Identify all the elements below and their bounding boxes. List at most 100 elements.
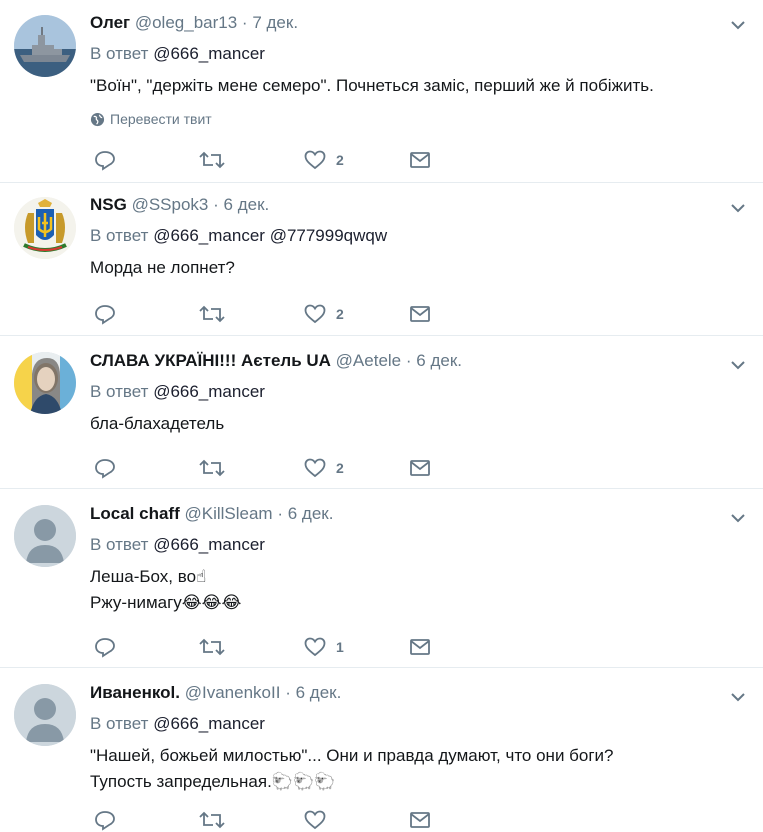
tweet[interactable]: Олег @oleg_bar13 · 7 дек. В ответ @666_m… (0, 0, 763, 183)
separator: · (241, 13, 248, 32)
like-button[interactable]: 2 (304, 456, 409, 480)
chevron-down-icon[interactable] (729, 356, 747, 374)
avatar[interactable] (14, 505, 76, 567)
direct-message-button[interactable] (409, 148, 514, 172)
tweet-header: Иваненкоl. @IvanenkoII · 6 дек. (90, 682, 743, 704)
tweet[interactable]: NSG @SSpok3 · 6 дек. В ответ @666_mancer… (0, 183, 763, 336)
reply-context: В ответ @666_mancer (90, 381, 743, 403)
mention-link[interactable]: @666_mancer (153, 382, 265, 401)
mention-link[interactable]: @666_mancer (153, 226, 265, 245)
direct-message-button[interactable] (409, 635, 514, 659)
tweet-text-line: бла-блахадетель (90, 414, 225, 433)
reply-button[interactable] (94, 148, 199, 172)
retweet-button[interactable] (199, 635, 304, 659)
globe-icon (90, 112, 105, 127)
heart-icon (304, 809, 326, 831)
display-name[interactable]: Иваненкоl. (90, 683, 180, 702)
display-name[interactable]: Local chaff (90, 504, 180, 523)
timestamp[interactable]: 6 дек. (288, 504, 334, 523)
timestamp[interactable]: 6 дек. (416, 351, 462, 370)
retweet-icon (199, 303, 225, 325)
retweet-button[interactable] (199, 302, 304, 326)
retweet-button[interactable] (199, 808, 304, 832)
heart-icon (304, 636, 326, 658)
reply-icon (94, 457, 116, 479)
chevron-down-icon[interactable] (729, 688, 747, 706)
mention-link[interactable]: @666_mancer (153, 714, 265, 733)
timestamp[interactable]: 7 дек. (252, 13, 298, 32)
tweet-text-line: "Нашей, божьей милостью"... Они и правда… (90, 746, 614, 765)
separator: · (405, 351, 412, 370)
reply-context: В ответ @666_mancer (90, 713, 743, 735)
chevron-down-icon[interactable] (729, 16, 747, 34)
username[interactable]: @oleg_bar13 (135, 13, 237, 32)
chevron-down-icon[interactable] (729, 199, 747, 217)
mention-link[interactable]: @777999qwqw (270, 226, 387, 245)
username[interactable]: @KillSleam (184, 504, 272, 523)
avatar[interactable] (14, 15, 76, 77)
reply-button[interactable] (94, 302, 199, 326)
username[interactable]: @Aetele (336, 351, 401, 370)
reply-prefix: В ответ (90, 535, 149, 554)
reply-context: В ответ @666_mancer (90, 534, 743, 556)
heart-icon (304, 457, 326, 479)
envelope-icon (409, 809, 431, 831)
avatar[interactable] (14, 684, 76, 746)
display-name[interactable]: СЛАВА УКРАЇНІ!!! Аєтель UA (90, 351, 331, 370)
direct-message-button[interactable] (409, 808, 514, 832)
direct-message-button[interactable] (409, 456, 514, 480)
tweet-actions (94, 808, 514, 832)
tweet-text: "Воїн", "держіть мене семеро". Почнеться… (90, 73, 743, 99)
username[interactable]: @IvanenkoII (185, 683, 281, 702)
username[interactable]: @SSpok3 (132, 195, 209, 214)
like-button[interactable] (304, 808, 409, 832)
tweet-actions: 2 (94, 148, 514, 172)
tweet-text-line: Леша-Бох, во☝ (90, 567, 207, 586)
timestamp[interactable]: 6 дек. (296, 683, 342, 702)
envelope-icon (409, 303, 431, 325)
reply-icon (94, 303, 116, 325)
tweet[interactable]: Local chaff @KillSleam · 6 дек. В ответ … (0, 489, 763, 668)
avatar[interactable] (14, 197, 76, 259)
chevron-down-icon[interactable] (729, 509, 747, 527)
mention-link[interactable]: @666_mancer (153, 44, 265, 63)
like-count: 2 (336, 460, 344, 476)
tweet-actions: 2 (94, 302, 514, 326)
reply-icon (94, 809, 116, 831)
retweet-button[interactable] (199, 148, 304, 172)
tweet-header: Local chaff @KillSleam · 6 дек. (90, 503, 743, 525)
separator: · (285, 683, 291, 702)
separator: · (277, 504, 284, 523)
tweet[interactable]: СЛАВА УКРАЇНІ!!! Аєтель UA @Aetele · 6 д… (0, 336, 763, 489)
timestamp[interactable]: 6 дек. (224, 195, 270, 214)
reply-prefix: В ответ (90, 382, 149, 401)
like-button[interactable]: 2 (304, 302, 409, 326)
reply-button[interactable] (94, 456, 199, 480)
tweet-text: бла-блахадетель (90, 411, 743, 437)
tweet-text: Морда не лопнет? (90, 255, 743, 281)
retweet-icon (199, 457, 225, 479)
reply-button[interactable] (94, 808, 199, 832)
retweet-icon (199, 809, 225, 831)
retweet-icon (199, 149, 225, 171)
direct-message-button[interactable] (409, 302, 514, 326)
reply-button[interactable] (94, 635, 199, 659)
mention-link[interactable]: @666_mancer (153, 535, 265, 554)
reply-icon (94, 636, 116, 658)
tweet[interactable]: Иваненкоl. @IvanenkoII · 6 дек. В ответ … (0, 668, 763, 831)
tweet-actions: 1 (94, 635, 514, 659)
tweet-text-line: Морда не лопнет? (90, 258, 235, 277)
like-button[interactable]: 2 (304, 148, 409, 172)
display-name[interactable]: NSG (90, 195, 127, 214)
translate-tweet-link[interactable]: Перевести твит (90, 111, 743, 127)
envelope-icon (409, 457, 431, 479)
envelope-icon (409, 149, 431, 171)
reply-prefix: В ответ (90, 714, 149, 733)
display-name[interactable]: Олег (90, 13, 130, 32)
retweet-button[interactable] (199, 456, 304, 480)
tweet-actions: 2 (94, 456, 514, 480)
like-count: 2 (336, 152, 344, 168)
reply-prefix: В ответ (90, 44, 149, 63)
like-button[interactable]: 1 (304, 635, 409, 659)
avatar[interactable] (14, 352, 76, 414)
